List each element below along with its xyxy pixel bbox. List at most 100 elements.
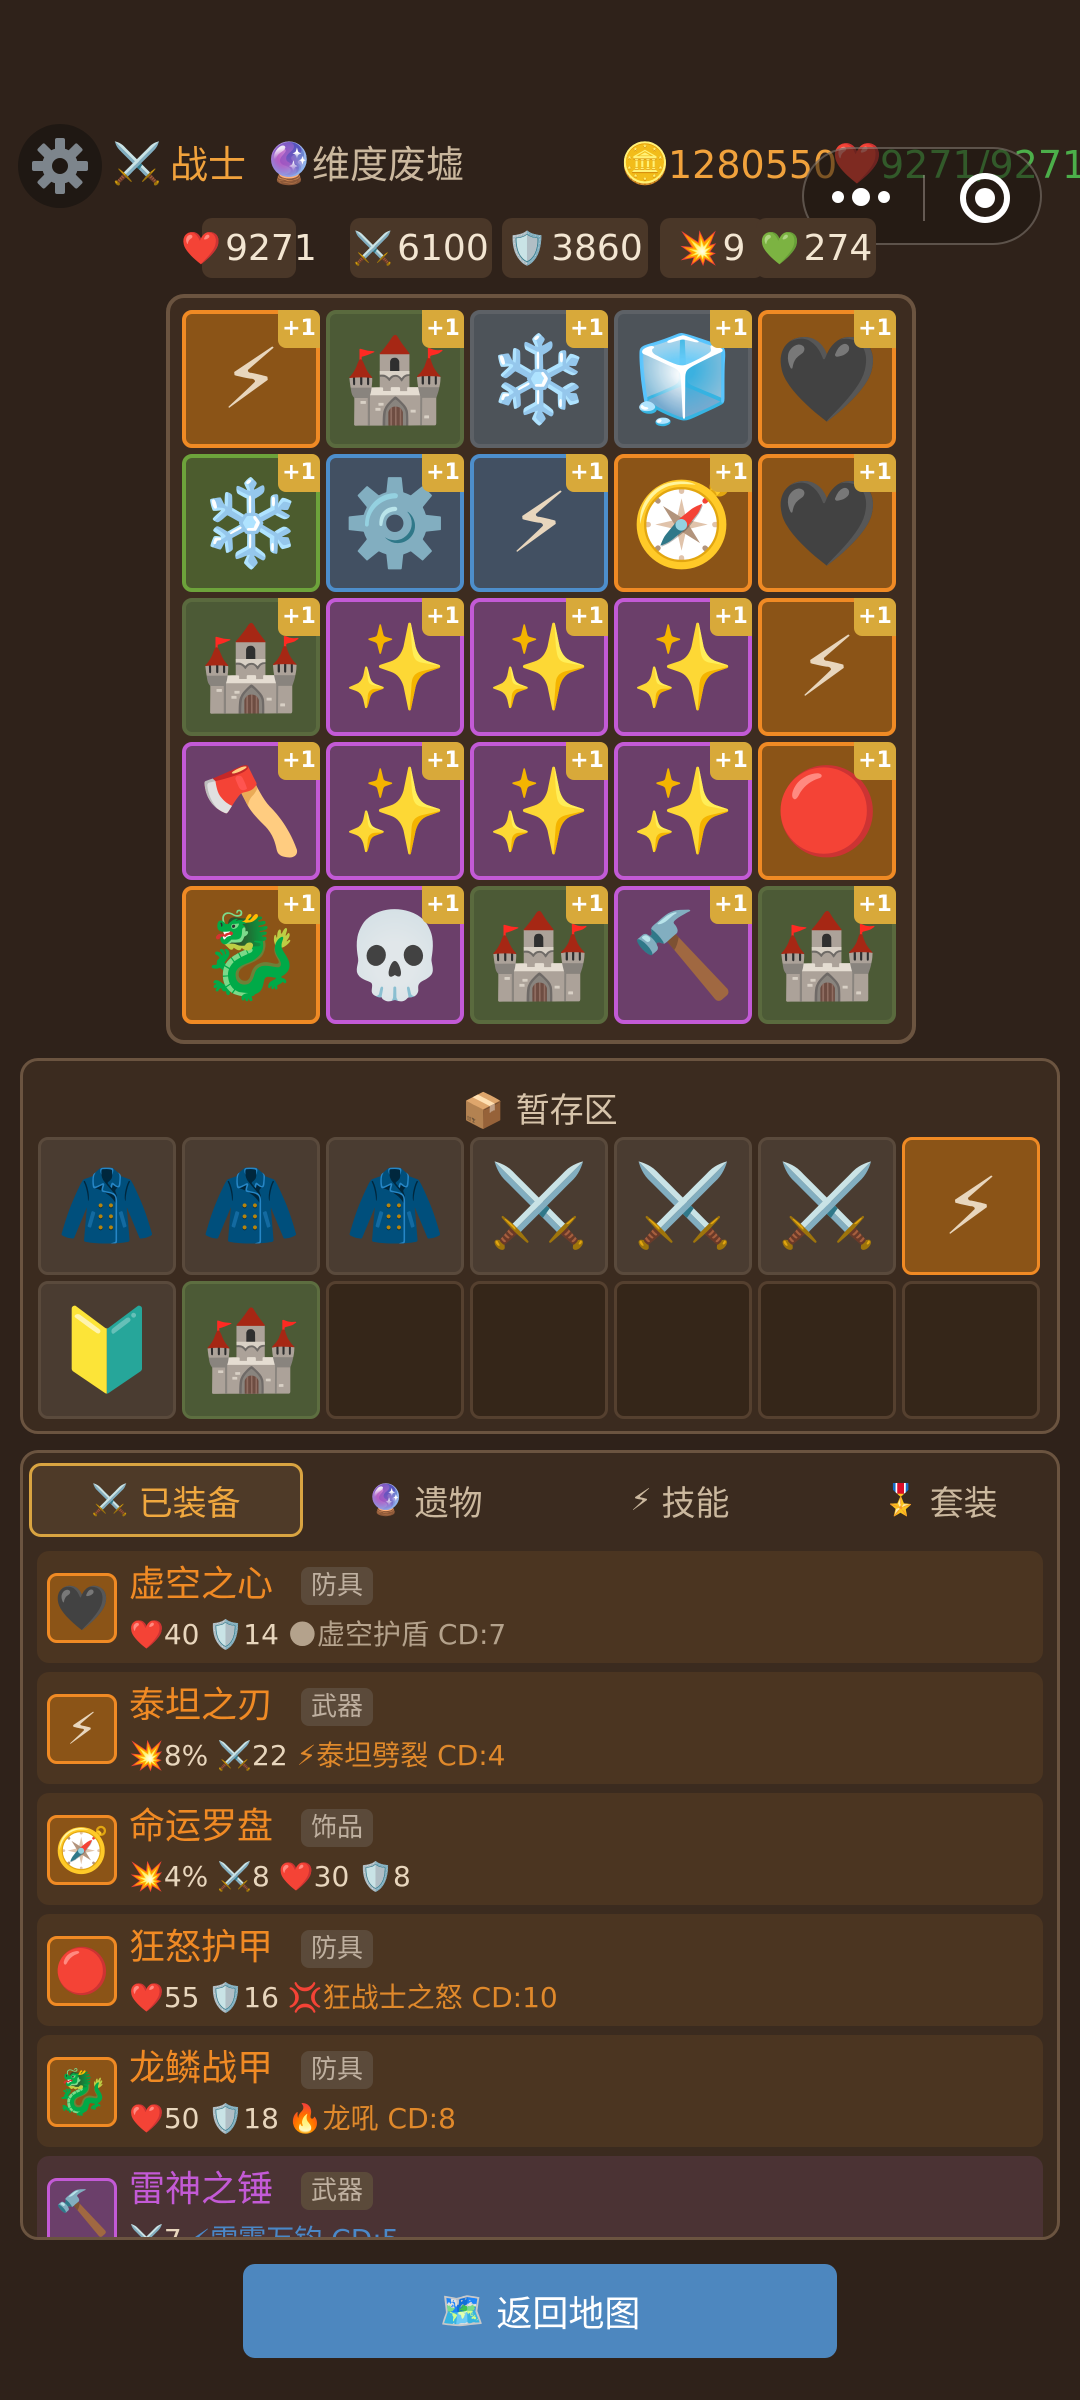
- grid-cell[interactable]: 🏰 +1: [470, 886, 608, 1024]
- item-icon: ⚙️: [342, 474, 448, 572]
- level-badge: +1: [710, 310, 752, 348]
- equipped-item[interactable]: 🖤 虚空之心 防具 ❤️40 🛡️14 🌑虚空护盾 CD:7: [37, 1551, 1043, 1663]
- tab-2[interactable]: ⚡ 技能: [543, 1463, 817, 1537]
- storage-slot[interactable]: ⚔️: [758, 1137, 896, 1275]
- grid-cell[interactable]: ❄️ +1: [470, 310, 608, 448]
- item-icon: 🔰: [57, 1303, 157, 1396]
- grid-cell[interactable]: 🖤 +1: [758, 310, 896, 448]
- level-badge: +1: [710, 598, 752, 636]
- equipped-item[interactable]: 🔨 雷神之锤 武器 ⚔️7 ⚡雷霆万钧 CD:5: [37, 2156, 1043, 2240]
- grid-cell[interactable]: 🔨 +1: [614, 886, 752, 1024]
- tab-3[interactable]: 🎖️ 套装: [803, 1463, 1057, 1537]
- item-icon: 🐉: [54, 2067, 110, 2118]
- level-badge: +1: [566, 886, 608, 924]
- grid-cell[interactable]: 🖤 +1: [758, 454, 896, 592]
- level-badge: +1: [854, 310, 896, 348]
- item-type-tag: 武器: [301, 1688, 374, 1726]
- grid-cell[interactable]: 🧊 +1: [614, 310, 752, 448]
- tab-label: 已装备: [138, 1483, 241, 1524]
- item-icon: ❄️: [198, 474, 304, 572]
- storage-slot[interactable]: 🧥: [38, 1137, 176, 1275]
- class-name: 战士: [170, 143, 247, 187]
- stat-attack: ⚔️ 6100: [350, 218, 492, 278]
- grid-cell[interactable]: ✨ +1: [326, 598, 464, 736]
- grid-cell[interactable]: ✨ +1: [470, 598, 608, 736]
- item-type-tag: 武器: [301, 2172, 374, 2210]
- storage-slot[interactable]: ⚡: [902, 1137, 1040, 1275]
- grid-cell[interactable]: ❄️ +1: [182, 454, 320, 592]
- storage-slot-empty[interactable]: [326, 1281, 464, 1419]
- grid-cell[interactable]: ⚡ +1: [182, 310, 320, 448]
- storage-slot[interactable]: 🧥: [182, 1137, 320, 1275]
- item-icon: ⚡: [66, 1703, 98, 1755]
- equipped-item[interactable]: 🔴 狂怒护甲 防具 ❤️55 🛡️16 💢狂战士之怒 CD:10: [37, 1914, 1043, 2026]
- stat-crit: 💥 9: [660, 218, 764, 278]
- tab-0[interactable]: ⚔️ 已装备: [29, 1463, 303, 1537]
- item-icon: ⚡: [221, 330, 281, 428]
- item-icon: ⚔️: [489, 1159, 589, 1252]
- grid-cell[interactable]: ✨ +1: [326, 742, 464, 880]
- grid-cell[interactable]: 💀 +1: [326, 886, 464, 1024]
- item-icon: ⚔️: [633, 1159, 733, 1252]
- tab-1[interactable]: 🔮 遗物: [288, 1463, 562, 1537]
- item-name: 虚空之心: [129, 1564, 274, 1605]
- shield-icon: 🛡️: [507, 229, 548, 267]
- storage-slot-empty[interactable]: [902, 1281, 1040, 1419]
- level-badge: +1: [710, 742, 752, 780]
- item-stat-values: ⚔️7: [129, 2223, 191, 2240]
- more-menu-button[interactable]: [832, 177, 902, 217]
- tab-icon: 🎖️: [882, 1482, 920, 1518]
- item-icon: ✨: [486, 762, 592, 860]
- grid-cell[interactable]: ⚡ +1: [470, 454, 608, 592]
- item-icon: ❄️: [486, 330, 592, 428]
- tab-label: 套装: [929, 1483, 998, 1524]
- item-skill: ⚡雷霆万钧 CD:5: [190, 2223, 400, 2240]
- equipped-item[interactable]: ⚡ 泰坦之刃 武器 💥8% ⚔️22 ⚡泰坦劈裂 CD:4: [37, 1672, 1043, 1784]
- item-icon: 🏰: [201, 1303, 301, 1396]
- grid-cell[interactable]: ⚙️ +1: [326, 454, 464, 592]
- grid-cell[interactable]: 🏰 +1: [182, 598, 320, 736]
- level-badge: +1: [278, 598, 320, 636]
- stat-crit-value: 9: [722, 227, 746, 269]
- item-icon: ✨: [486, 618, 592, 716]
- grid-cell[interactable]: ⚡ +1: [758, 598, 896, 736]
- grid-cell[interactable]: 🧭 +1: [614, 454, 752, 592]
- settings-button[interactable]: [18, 124, 102, 208]
- grid-cell[interactable]: 🔴 +1: [758, 742, 896, 880]
- level-badge: +1: [278, 886, 320, 924]
- grid-cell[interactable]: 🪓 +1: [182, 742, 320, 880]
- item-stats: ❤️50 🛡️18 🔥龙吼 CD:8: [129, 2099, 456, 2139]
- level-badge: +1: [422, 310, 464, 348]
- return-map-button[interactable]: 🗺️ 返回地图: [243, 2264, 837, 2358]
- grid-cell[interactable]: 🏰 +1: [758, 886, 896, 1024]
- stat-regen: 💚 274: [756, 218, 876, 278]
- item-name: 龙鳞战甲: [129, 2048, 274, 2089]
- storage-slot[interactable]: ⚔️: [470, 1137, 608, 1275]
- item-icon: 🐉: [198, 906, 304, 1004]
- storage-slot[interactable]: 🔰: [38, 1281, 176, 1419]
- storage-slot-empty[interactable]: [758, 1281, 896, 1419]
- item-icon: 🖤: [54, 1583, 110, 1634]
- item-type-tag: 饰品: [301, 1809, 374, 1847]
- storage-slot-empty[interactable]: [614, 1281, 752, 1419]
- item-icon: ⚡: [509, 474, 569, 572]
- grid-cell[interactable]: ✨ +1: [614, 598, 752, 736]
- item-icon: 🔨: [630, 906, 736, 1004]
- package-icon: 📦: [462, 1091, 505, 1131]
- close-target-icon[interactable]: [960, 173, 1010, 223]
- storage-slot[interactable]: 🏰: [182, 1281, 320, 1419]
- storage-slot[interactable]: 🧥: [326, 1137, 464, 1275]
- tab-icon: ⚔️: [91, 1482, 129, 1518]
- level-badge: +1: [854, 886, 896, 924]
- grid-cell[interactable]: 🏰 +1: [326, 310, 464, 448]
- grid-cell[interactable]: ✨ +1: [470, 742, 608, 880]
- item-icon: 🧭: [54, 1825, 110, 1876]
- grid-cell[interactable]: ✨ +1: [614, 742, 752, 880]
- item-name: 狂怒护甲: [129, 1927, 274, 1968]
- crossed-swords-icon: ⚔️: [112, 141, 162, 187]
- storage-slot[interactable]: ⚔️: [614, 1137, 752, 1275]
- storage-slot-empty[interactable]: [470, 1281, 608, 1419]
- equipped-item[interactable]: 🧭 命运罗盘 饰品 💥4% ⚔️8 ❤️30 🛡️8: [37, 1793, 1043, 1905]
- equipped-item[interactable]: 🐉 龙鳞战甲 防具 ❤️50 🛡️18 🔥龙吼 CD:8: [37, 2035, 1043, 2147]
- grid-cell[interactable]: 🐉 +1: [182, 886, 320, 1024]
